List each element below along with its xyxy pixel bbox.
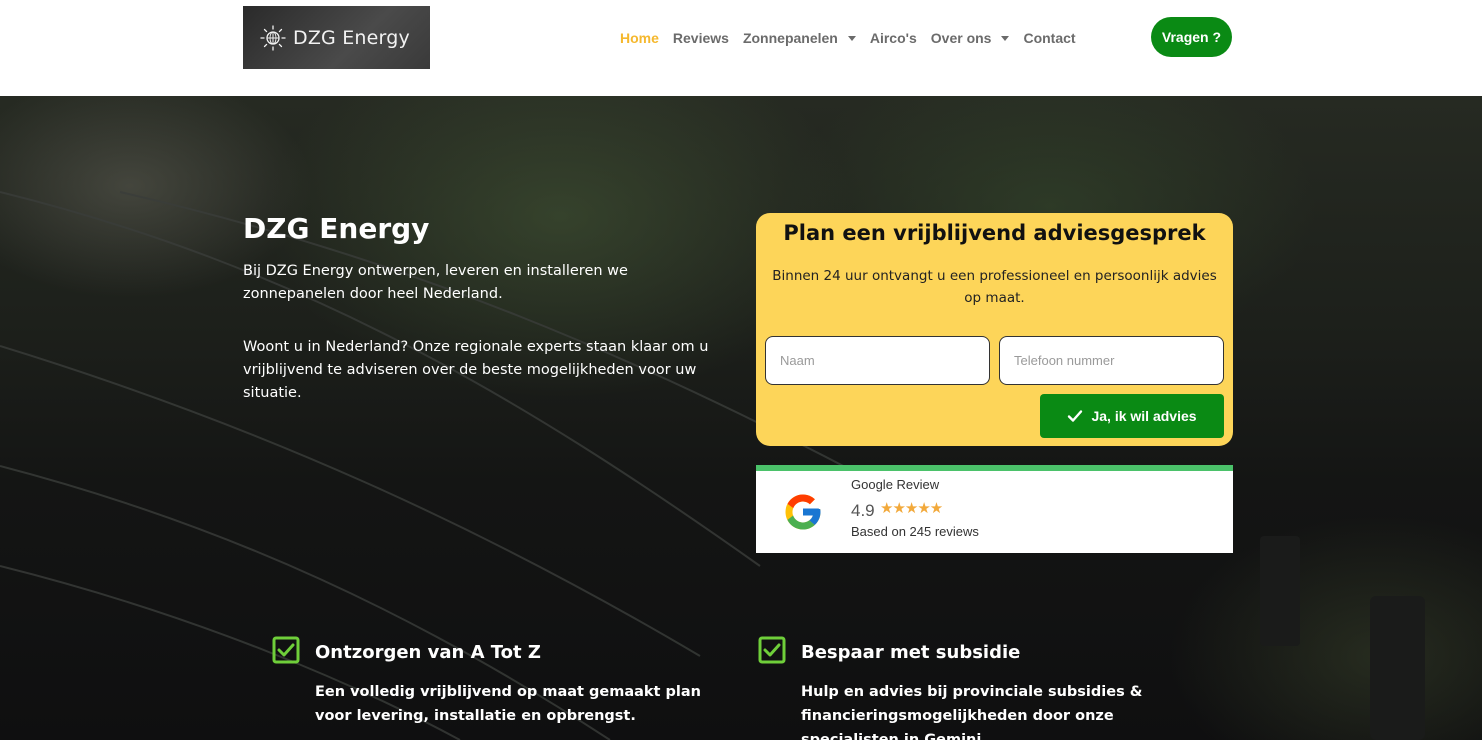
phone-input[interactable]	[999, 336, 1224, 385]
hero-title: DZG Energy	[243, 212, 430, 245]
hero-section: DZG Energy Bij DZG Energy ontwerpen, lev…	[0, 96, 1482, 740]
google-logo-icon	[785, 494, 821, 530]
checkmark-icon	[1068, 410, 1083, 422]
nav-item-contact[interactable]: Contact	[1023, 30, 1075, 46]
vragen-button[interactable]: Vragen ?	[1151, 17, 1232, 57]
nav-item-over-ons[interactable]: Over ons	[931, 30, 1010, 46]
submit-advice-button[interactable]: Ja, ik wil advies	[1040, 394, 1224, 438]
chevron-down-icon	[847, 36, 856, 41]
nav-label: Zonnepanelen	[742, 30, 838, 46]
nav-label: Over ons	[930, 30, 992, 46]
logo[interactable]: DZG Energy	[243, 6, 430, 69]
logo-text: DZG Energy	[293, 26, 410, 49]
nav-item-aircos[interactable]: Airco's	[870, 30, 917, 46]
nav-item-zonnepanelen[interactable]: Zonnepanelen	[743, 30, 856, 46]
google-review-widget[interactable]: Google Review 4.9 ★★★★★ Based on 245 rev…	[756, 465, 1233, 553]
nav-item-home[interactable]: Home	[620, 30, 659, 46]
form-title: Plan een vrijblijvend adviesgesprek	[783, 221, 1206, 245]
checkbox-icon	[758, 636, 786, 664]
review-score: 4.9	[851, 501, 875, 520]
review-count: Based on 245 reviews	[851, 524, 979, 539]
checkbox-icon	[272, 636, 300, 664]
advice-form-card: Plan een vrijblijvend adviesgesprek Binn…	[756, 213, 1233, 446]
nav-label: Airco's	[869, 30, 917, 46]
review-title: Google Review	[851, 477, 940, 492]
nav-label: Reviews	[672, 30, 729, 46]
nav-label: Home	[620, 30, 659, 46]
sun-globe-icon	[260, 24, 286, 51]
hero-paragraph: Bij DZG Energy ontwerpen, leveren en ins…	[243, 263, 628, 302]
solar-panel-background	[0, 191, 1425, 740]
name-input[interactable]	[765, 336, 990, 385]
feature-text: Hulp en advies bij provinciale subsidies…	[801, 684, 1143, 740]
submit-label: Ja, ik wil advies	[1091, 408, 1197, 424]
main-nav: Home Reviews Zonnepanelen Airco's Over o…	[620, 28, 1090, 48]
chevron-down-icon	[1001, 36, 1010, 41]
star-rating-icon: ★★★★★	[880, 499, 943, 517]
feature-title: Bespaar met subsidie	[801, 642, 1021, 663]
site-header: DZG Energy Home Reviews Zonnepanelen Air…	[0, 0, 1482, 96]
nav-item-reviews[interactable]: Reviews	[673, 30, 729, 46]
feature-text: Een volledig vrijblijvend op maat gemaak…	[315, 684, 701, 724]
feature-title: Ontzorgen van A Tot Z	[315, 642, 541, 663]
form-subtitle: Binnen 24 uur ontvangt u een professione…	[772, 268, 1217, 306]
nav-label: Contact	[1023, 30, 1076, 46]
hero-paragraph: Woont u in Nederland? Onze regionale exp…	[243, 339, 709, 401]
